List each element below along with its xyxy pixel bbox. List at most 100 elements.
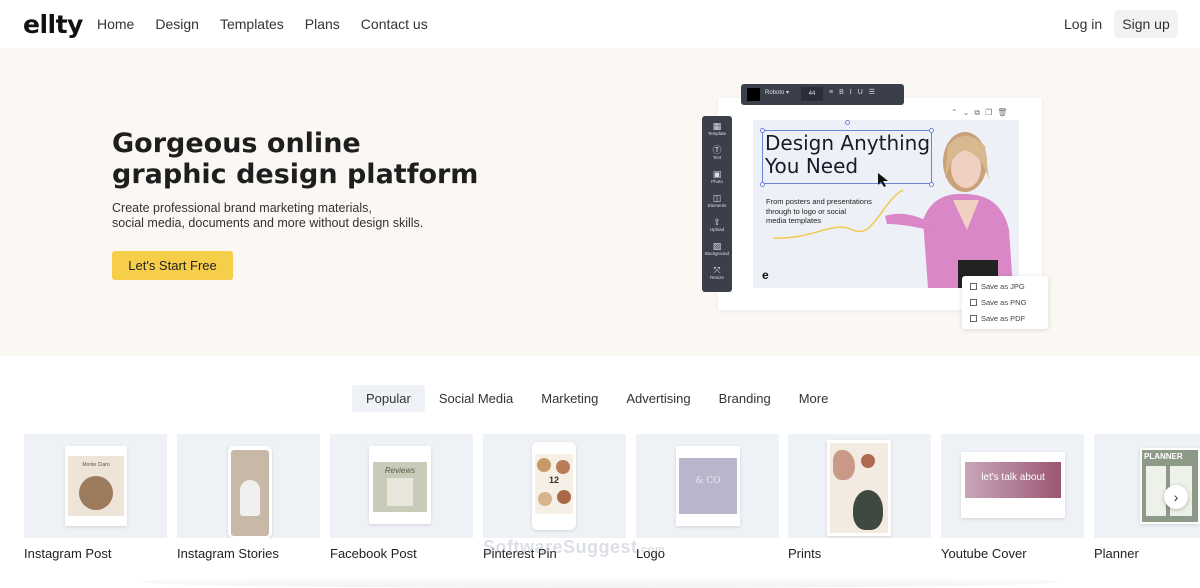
nav-link-plans[interactable]: Plans (305, 16, 340, 32)
save-jpg-option[interactable]: Save as JPG (970, 282, 1025, 291)
side-item-upload[interactable]: ⇪ Upload (702, 217, 732, 233)
nav-link-design[interactable]: Design (155, 16, 199, 32)
card-label-instagram-stories[interactable]: Instagram Stories (177, 546, 279, 561)
canvas-actions: ⌃⌄⧉❐🗑 (951, 108, 1012, 118)
hero-subtitle-line-1: Create professional brand marketing mate… (112, 201, 372, 215)
card-label-instagram-post[interactable]: Instagram Post (24, 546, 111, 561)
tab-popular[interactable]: Popular (352, 385, 425, 412)
template-card-planner[interactable]: PLANNER (1094, 434, 1200, 538)
thumb-sun (861, 454, 875, 468)
duplicate-icon: ⧉ (974, 108, 986, 117)
thumb-text: & CO (695, 476, 721, 486)
side-item-label: Text (712, 155, 722, 160)
bold-icon[interactable]: B (839, 89, 850, 96)
template-thumbnail: let's talk about (961, 452, 1065, 518)
save-menu: Save as JPG Save as PNG Save as PDF (962, 276, 1048, 329)
top-nav: ellty Home Design Templates Plans Contac… (0, 0, 1200, 48)
save-pdf-option[interactable]: Save as PDF (970, 314, 1025, 323)
signup-button[interactable]: Sign up (1114, 10, 1178, 38)
design-title: Design Anything You Need (765, 132, 930, 178)
resize-handle[interactable] (929, 182, 934, 187)
template-card-prints[interactable] (788, 434, 931, 538)
side-item-label: Upload (709, 227, 725, 232)
template-card-logo[interactable]: & CO (636, 434, 779, 538)
underline-icon[interactable]: U (858, 89, 869, 96)
side-item-elements[interactable]: ◫ Elements (702, 193, 732, 209)
nav-link-templates[interactable]: Templates (220, 16, 284, 32)
login-link[interactable]: Log in (1064, 16, 1102, 32)
chevron-down-icon: ⌄ (962, 108, 975, 117)
image-file-icon (970, 283, 977, 290)
hero-title: Gorgeous online graphic design platform (112, 128, 478, 190)
side-item-resize[interactable]: ⤧ Resize (702, 265, 732, 281)
thumb-text: let's talk about (981, 472, 1045, 483)
tab-more[interactable]: More (785, 385, 843, 412)
card-label-prints[interactable]: Prints (788, 546, 821, 561)
thumb-column (1146, 466, 1166, 516)
cursor-arrow-icon (878, 173, 888, 187)
tab-marketing[interactable]: Marketing (527, 385, 612, 412)
tab-branding[interactable]: Branding (705, 385, 785, 412)
template-thumbnail: & CO (676, 446, 740, 526)
template-card-facebook-post[interactable]: Reviews (330, 434, 473, 538)
thumb-photo (387, 478, 413, 506)
save-png-option[interactable]: Save as PNG (970, 298, 1026, 307)
side-item-label: Template (707, 131, 727, 136)
font-size-input[interactable]: 44 (801, 87, 823, 101)
grid-icon: ▦ (712, 121, 722, 131)
side-item-label: Photo (711, 179, 723, 184)
nav-link-home[interactable]: Home (97, 16, 134, 32)
format-icons: ≡BIU☰ (829, 88, 881, 96)
side-item-template[interactable]: ▦ Template (702, 121, 732, 137)
hero-title-line-1: Gorgeous online (112, 128, 361, 159)
list-icon[interactable]: ☰ (869, 89, 881, 96)
template-card-instagram-stories[interactable] (177, 434, 320, 538)
template-thumbnail: Reviews (369, 446, 431, 524)
pdf-file-icon (970, 315, 977, 322)
upload-icon: ⇪ (713, 217, 721, 227)
ellty-logo[interactable]: ellty (23, 10, 83, 39)
carousel-next-button[interactable]: › (1164, 485, 1188, 509)
text-toolbar: Roboto ▾ 44 ≡BIU☰ (741, 84, 904, 105)
tab-advertising[interactable]: Advertising (612, 385, 704, 412)
thumb-person (240, 480, 260, 516)
font-select[interactable]: Roboto ▾ (765, 89, 789, 96)
template-thumbnail: 12 (532, 442, 576, 530)
thumb-photo (79, 476, 113, 510)
start-free-button[interactable]: Let's Start Free (112, 251, 233, 280)
elements-icon: ◫ (712, 193, 722, 203)
rotate-handle[interactable] (845, 120, 850, 125)
card-label-youtube-cover[interactable]: Youtube Cover (941, 546, 1027, 561)
nav-link-contact[interactable]: Contact us (361, 16, 428, 32)
thumb-food (556, 460, 570, 474)
thumb-food (537, 458, 551, 472)
save-png-label: Save as PNG (981, 298, 1027, 307)
tab-social-media[interactable]: Social Media (425, 385, 527, 412)
nav-links: Home Design Templates Plans Contact us (97, 16, 449, 32)
card-label-planner[interactable]: Planner (1094, 546, 1139, 561)
category-tabs: Popular Social Media Marketing Advertisi… (352, 385, 842, 412)
align-icon[interactable]: ≡ (829, 89, 839, 96)
template-card-youtube-cover[interactable]: let's talk about (941, 434, 1084, 538)
thumb-food (538, 492, 552, 506)
design-subtitle: From posters and presentations through t… (766, 197, 872, 226)
photo-icon: ▣ (712, 169, 722, 179)
card-label-facebook-post[interactable]: Facebook Post (330, 546, 417, 561)
template-thumbnail (827, 440, 891, 536)
italic-icon[interactable]: I (850, 89, 858, 96)
resize-handle[interactable] (760, 182, 765, 187)
hero-subtitle-line-2: social media, documents and more without… (112, 216, 424, 230)
side-item-background[interactable]: ▨ Background (702, 241, 732, 257)
background-icon: ▨ (712, 241, 722, 251)
side-item-text[interactable]: Ⓣ Text (702, 145, 732, 161)
thumb-shape (833, 450, 855, 480)
template-thumbnail (228, 446, 272, 538)
template-card-pinterest-pin[interactable]: 12 (483, 434, 626, 538)
watermark: SoftwareSuggest.com (483, 537, 665, 558)
color-swatch[interactable] (747, 88, 760, 101)
thumb-text: PLANNER (1144, 452, 1183, 461)
template-card-instagram-post[interactable]: Monte Claro (24, 434, 167, 538)
side-item-photo[interactable]: ▣ Photo (702, 169, 732, 185)
image-file-icon (970, 299, 977, 306)
design-subtitle-line-1: From posters and presentations (766, 197, 872, 206)
